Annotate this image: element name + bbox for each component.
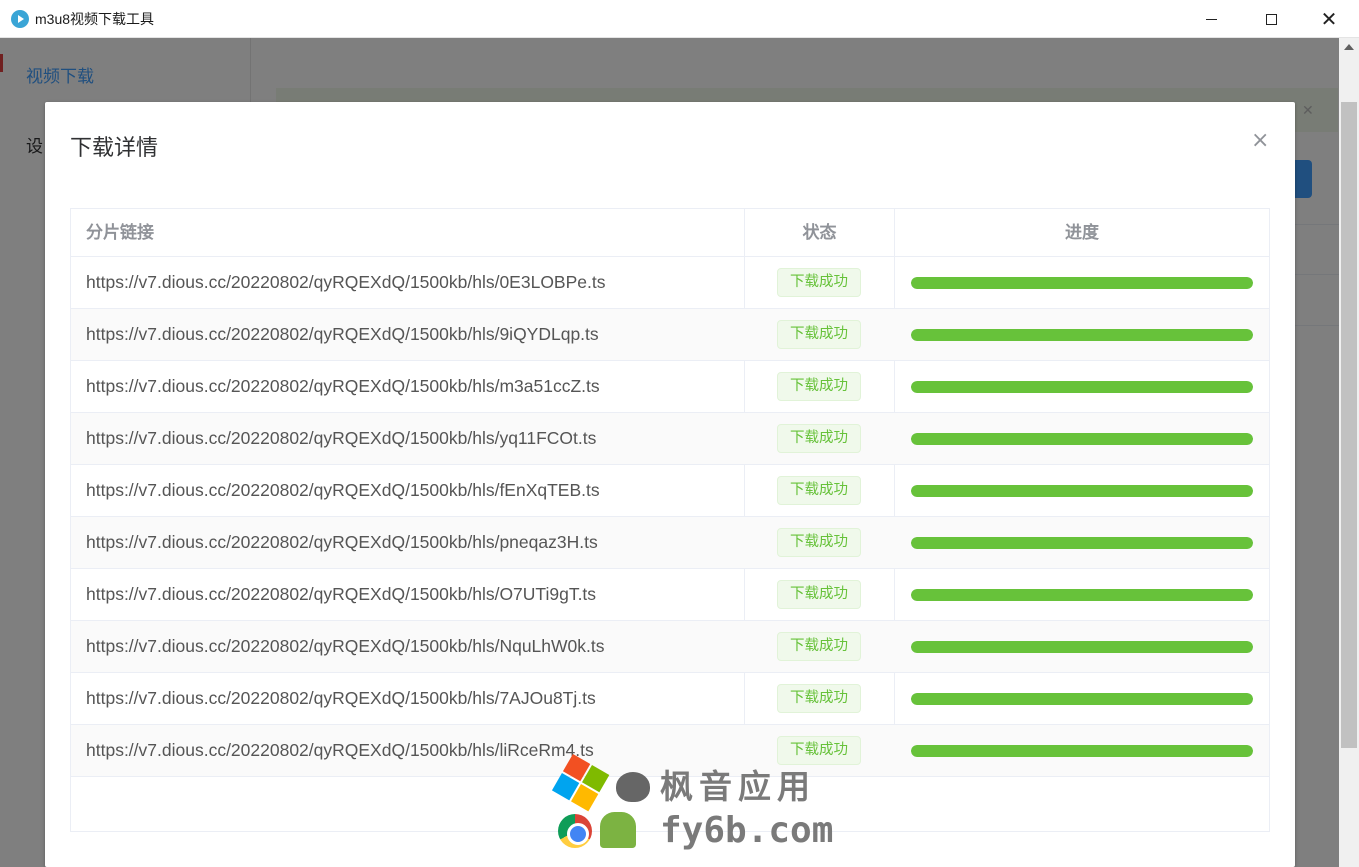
progress-bar <box>911 329 1253 341</box>
watermark-cn-text: 枫音应用 <box>660 768 816 805</box>
progress-bar-fill <box>911 589 1253 601</box>
progress-bar-fill <box>911 537 1253 549</box>
progress-bar-fill <box>911 693 1253 705</box>
progress-bar <box>911 693 1253 705</box>
progress-bar <box>911 485 1253 497</box>
apple-logo-icon <box>616 772 650 802</box>
column-header-url: 分片链接 <box>86 223 154 242</box>
progress-bar <box>911 641 1253 653</box>
segment-url: https://v7.dious.cc/20220802/qyRQEXdQ/15… <box>86 532 598 552</box>
status-badge: 下载成功 <box>777 320 861 349</box>
progress-bar-fill <box>911 485 1253 497</box>
segment-url: https://v7.dious.cc/20220802/qyRQEXdQ/15… <box>86 324 599 344</box>
watermark: 枫音应用 fy6b.com <box>551 753 836 856</box>
progress-bar <box>911 537 1253 549</box>
column-header-progress: 进度 <box>1065 223 1099 242</box>
window-scrollbar[interactable] <box>1339 38 1359 867</box>
segment-url: https://v7.dious.cc/20220802/qyRQEXdQ/15… <box>86 480 600 500</box>
segments-table: 分片链接 状态 进度 https://v7.dious.cc/20220802/… <box>70 208 1270 832</box>
maximize-button[interactable] <box>1241 0 1301 38</box>
table-row: https://v7.dious.cc/20220802/qyRQEXdQ/15… <box>71 465 1269 517</box>
column-header-status: 状态 <box>802 223 837 242</box>
table-row: https://v7.dious.cc/20220802/qyRQEXdQ/15… <box>71 309 1269 361</box>
android-logo-icon <box>600 812 636 848</box>
window-title: m3u8视频下载工具 <box>35 10 155 27</box>
table-row: https://v7.dious.cc/20220802/qyRQEXdQ/15… <box>71 621 1269 673</box>
status-badge: 下载成功 <box>777 476 861 505</box>
watermark-en-text: fy6b.com <box>660 810 834 851</box>
window-titlebar: m3u8视频下载工具 ✕ <box>0 0 1359 38</box>
maximize-icon <box>1265 13 1277 25</box>
chrome-logo-icon <box>558 814 592 848</box>
dialog-title: 下载详情 <box>70 135 159 160</box>
table-row: https://v7.dious.cc/20220802/qyRQEXdQ/15… <box>71 257 1269 309</box>
status-badge: 下载成功 <box>777 528 861 557</box>
progress-bar-fill <box>911 277 1253 289</box>
status-badge: 下载成功 <box>777 684 861 713</box>
progress-bar <box>911 433 1253 445</box>
status-badge: 下载成功 <box>777 424 861 453</box>
progress-bar <box>911 589 1253 601</box>
download-details-dialog: 下载详情 × 分片链接 状态 进度 https://v7.dious.cc/20… <box>45 102 1295 867</box>
windows-logo-icon <box>551 753 611 814</box>
segment-url: https://v7.dious.cc/20220802/qyRQEXdQ/15… <box>86 376 600 396</box>
minimize-button[interactable] <box>1181 0 1241 38</box>
close-icon: ✕ <box>1320 7 1338 31</box>
scroll-thumb[interactable] <box>1341 102 1357 748</box>
progress-bar-fill <box>911 329 1253 341</box>
progress-bar-fill <box>911 745 1253 757</box>
scroll-up-arrow-icon[interactable] <box>1344 44 1354 50</box>
table-header: 分片链接 状态 进度 <box>71 209 1269 257</box>
close-window-button[interactable]: ✕ <box>1299 0 1359 38</box>
segment-url: https://v7.dious.cc/20220802/qyRQEXdQ/15… <box>86 688 596 708</box>
segment-url: https://v7.dious.cc/20220802/qyRQEXdQ/15… <box>86 428 597 448</box>
segment-url: https://v7.dious.cc/20220802/qyRQEXdQ/15… <box>86 584 597 604</box>
progress-bar-fill <box>911 381 1253 393</box>
status-badge: 下载成功 <box>777 580 861 609</box>
table-row: https://v7.dious.cc/20220802/qyRQEXdQ/15… <box>71 569 1269 621</box>
segment-url: https://v7.dious.cc/20220802/qyRQEXdQ/15… <box>86 272 606 292</box>
segment-url: https://v7.dious.cc/20220802/qyRQEXdQ/15… <box>86 636 605 656</box>
progress-bar <box>911 277 1253 289</box>
table-row: https://v7.dious.cc/20220802/qyRQEXdQ/15… <box>71 673 1269 725</box>
progress-bar <box>911 745 1253 757</box>
table-row: https://v7.dious.cc/20220802/qyRQEXdQ/15… <box>71 361 1269 413</box>
minimize-icon <box>1205 18 1217 20</box>
table-row: https://v7.dious.cc/20220802/qyRQEXdQ/15… <box>71 413 1269 465</box>
dialog-close-icon[interactable]: × <box>1251 128 1269 153</box>
progress-bar <box>911 381 1253 393</box>
status-badge: 下载成功 <box>777 372 861 401</box>
progress-bar-fill <box>911 641 1253 653</box>
status-badge: 下载成功 <box>777 268 861 297</box>
segment-url: https://v7.dious.cc/20220802/qyRQEXdQ/15… <box>86 740 594 760</box>
status-badge: 下载成功 <box>777 632 861 661</box>
app-play-icon <box>11 9 29 28</box>
progress-bar-fill <box>911 433 1253 445</box>
table-row: https://v7.dious.cc/20220802/qyRQEXdQ/15… <box>71 517 1269 569</box>
